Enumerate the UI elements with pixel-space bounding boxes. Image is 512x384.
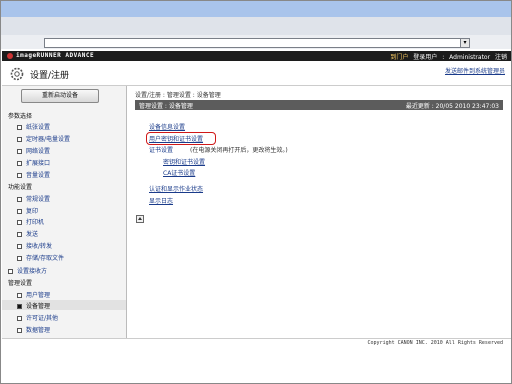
send-mail-link[interactable]: 发送邮件到系统管理员 — [445, 66, 505, 75]
bullet-icon — [8, 269, 13, 274]
copyright: Copyright CANON INC. 2010 All Rights Res… — [367, 340, 503, 346]
sidebar-item-label: 许可证/其他 — [26, 315, 59, 322]
bullet-icon — [17, 173, 22, 178]
section-title: 管理设置 : 设备管理 — [139, 103, 193, 110]
key-and-cert-settings-link[interactable]: 密钥和证书设置 — [163, 157, 205, 166]
app-header: imageRUNNER ADVANCE 到门户 登录用户 : Administr… — [2, 51, 511, 61]
device-info-settings-link[interactable]: 设备信息设置 — [149, 122, 185, 131]
bullet-icon — [17, 232, 22, 237]
sidebar-item-send[interactable]: 发送 — [17, 229, 38, 238]
bullet-icon — [17, 244, 22, 249]
bullet-icon — [17, 149, 22, 154]
address-field[interactable]: ▾ — [44, 38, 470, 48]
browser-toolbar — [1, 17, 511, 36]
sidebar-section-preferences: 参数选择 — [8, 113, 33, 120]
section-header-bar: 管理设置 : 设备管理 最近更新 : 20/05 2010 23:47:03 — [135, 100, 503, 110]
back-to-top-icon[interactable] — [136, 215, 144, 223]
sidebar-item-label: 定时器/电量设置 — [26, 136, 71, 143]
certificate-settings-label: 证书设置 — [149, 147, 174, 154]
bullet-icon — [17, 304, 22, 309]
bullet-icon — [17, 125, 22, 130]
login-user-label: 登录用户 — [413, 54, 438, 61]
login-user-name: Administrator — [449, 54, 491, 61]
bullet-icon — [17, 137, 22, 142]
sidebar-item-copy[interactable]: 复印 — [17, 206, 38, 215]
gear-icon — [10, 67, 24, 81]
sidebar-item-store-access-files[interactable]: 存储/存取文件 — [17, 253, 64, 262]
sidebar-item-label: 音量设置 — [26, 172, 51, 179]
sidebar-section-function-settings: 功能设置 — [8, 184, 33, 191]
certificate-settings-note: (在电源关闭再打开后，更改将生效。) — [190, 147, 288, 154]
sidebar-item-label: 扩展接口 — [26, 160, 51, 167]
sidebar-item-destination-settings[interactable]: 设置接收方 — [8, 266, 47, 275]
brand-name: imageRUNNER ADVANCE — [16, 52, 95, 59]
brand-logo: imageRUNNER ADVANCE — [7, 52, 94, 59]
page-title: 设置/注册 — [30, 71, 70, 81]
sidebar-item-label: 网络设置 — [26, 148, 51, 155]
sidebar-item-receive-forward[interactable]: 接收/转发 — [17, 241, 52, 250]
breadcrumb: 设置/注册 : 管理设置 : 设备管理 — [135, 92, 221, 99]
browser-status-area — [1, 347, 511, 383]
address-dropdown-icon[interactable]: ▾ — [460, 38, 470, 48]
bullet-icon — [17, 256, 22, 261]
bullet-icon — [17, 209, 22, 214]
sidebar-item-label: 接收/转发 — [26, 243, 53, 250]
browser-window: ▾ imageRUNNER ADVANCE 到门户 登录用户 : Adminis… — [0, 0, 512, 384]
auth-job-status-link[interactable]: 认证和显示作业状态 — [149, 184, 203, 193]
restart-device-button[interactable]: 重新启动设备 — [21, 89, 99, 103]
bullet-icon — [17, 293, 22, 298]
sidebar-item-label: 发送 — [26, 231, 39, 238]
separator: : — [442, 54, 445, 61]
sidebar-item-user-management[interactable]: 用户管理 — [17, 290, 50, 299]
last-update-label: 最近更新 — [405, 103, 430, 110]
sidebar-item-label: 设备管理 — [26, 303, 51, 310]
page-header: 设置/注册 发送邮件到系统管理员 — [2, 61, 511, 86]
sidebar-item-data-management[interactable]: 数据管理 — [17, 325, 50, 334]
window-titlebar — [1, 1, 511, 17]
sidebar-item-printer[interactable]: 打印机 — [17, 217, 44, 226]
bullet-icon — [17, 316, 22, 321]
sidebar-item-network-settings[interactable]: 网络设置 — [17, 146, 50, 155]
bullet-icon — [17, 197, 22, 202]
sidebar-item-label: 用户管理 — [26, 292, 51, 299]
user-bar: 到门户 登录用户 : Administrator 注销 — [387, 52, 507, 61]
bullet-icon — [17, 161, 22, 166]
sidebar-item-timer-settings[interactable]: 定时器/电量设置 — [17, 134, 70, 143]
ca-cert-settings-link[interactable]: CA证书设置 — [163, 168, 195, 177]
sidebar-item-label: 纸张设置 — [26, 124, 51, 131]
main-content: 设置/注册 : 管理设置 : 设备管理 管理设置 : 设备管理 最近更新 : 2… — [128, 86, 511, 338]
user-key-cert-settings-link[interactable]: 用户密钥和证书设置 — [149, 134, 203, 143]
sidebar-item-paper-settings[interactable]: 纸张设置 — [17, 122, 50, 131]
display-log-link[interactable]: 显示日志 — [149, 196, 173, 205]
sidebar-item-label: 常规设置 — [26, 196, 51, 203]
sidebar: 重新启动设备 参数选择 纸张设置 定时器/电量设置 网络设置 扩展接口 音量设置… — [2, 86, 127, 338]
logout-link[interactable]: 注销 — [495, 54, 507, 61]
sidebar-item-device-management[interactable]: 设备管理 — [17, 301, 50, 310]
canon-logo-icon — [7, 52, 13, 59]
last-update-value: 20/05 2010 23:47:03 — [435, 103, 499, 110]
sidebar-item-common-settings[interactable]: 常规设置 — [17, 194, 50, 203]
sidebar-item-label: 打印机 — [26, 219, 45, 226]
sidebar-item-label: 复印 — [26, 208, 39, 215]
sidebar-item-label: 存储/存取文件 — [26, 255, 65, 262]
bullet-icon — [17, 328, 22, 333]
bullet-icon — [17, 220, 22, 225]
portal-link[interactable]: 到门户 — [390, 54, 408, 61]
sidebar-item-label: 设置接收方 — [17, 268, 48, 275]
sidebar-section-management-settings: 管理设置 — [8, 280, 33, 287]
sidebar-item-volume-settings[interactable]: 音量设置 — [17, 170, 50, 179]
sidebar-item-license-other[interactable]: 许可证/其他 — [17, 313, 58, 322]
last-update: 最近更新 : 20/05 2010 23:47:03 — [405, 103, 499, 110]
sidebar-item-external-interface[interactable]: 扩展接口 — [17, 158, 50, 167]
sidebar-item-label: 数据管理 — [26, 327, 51, 334]
